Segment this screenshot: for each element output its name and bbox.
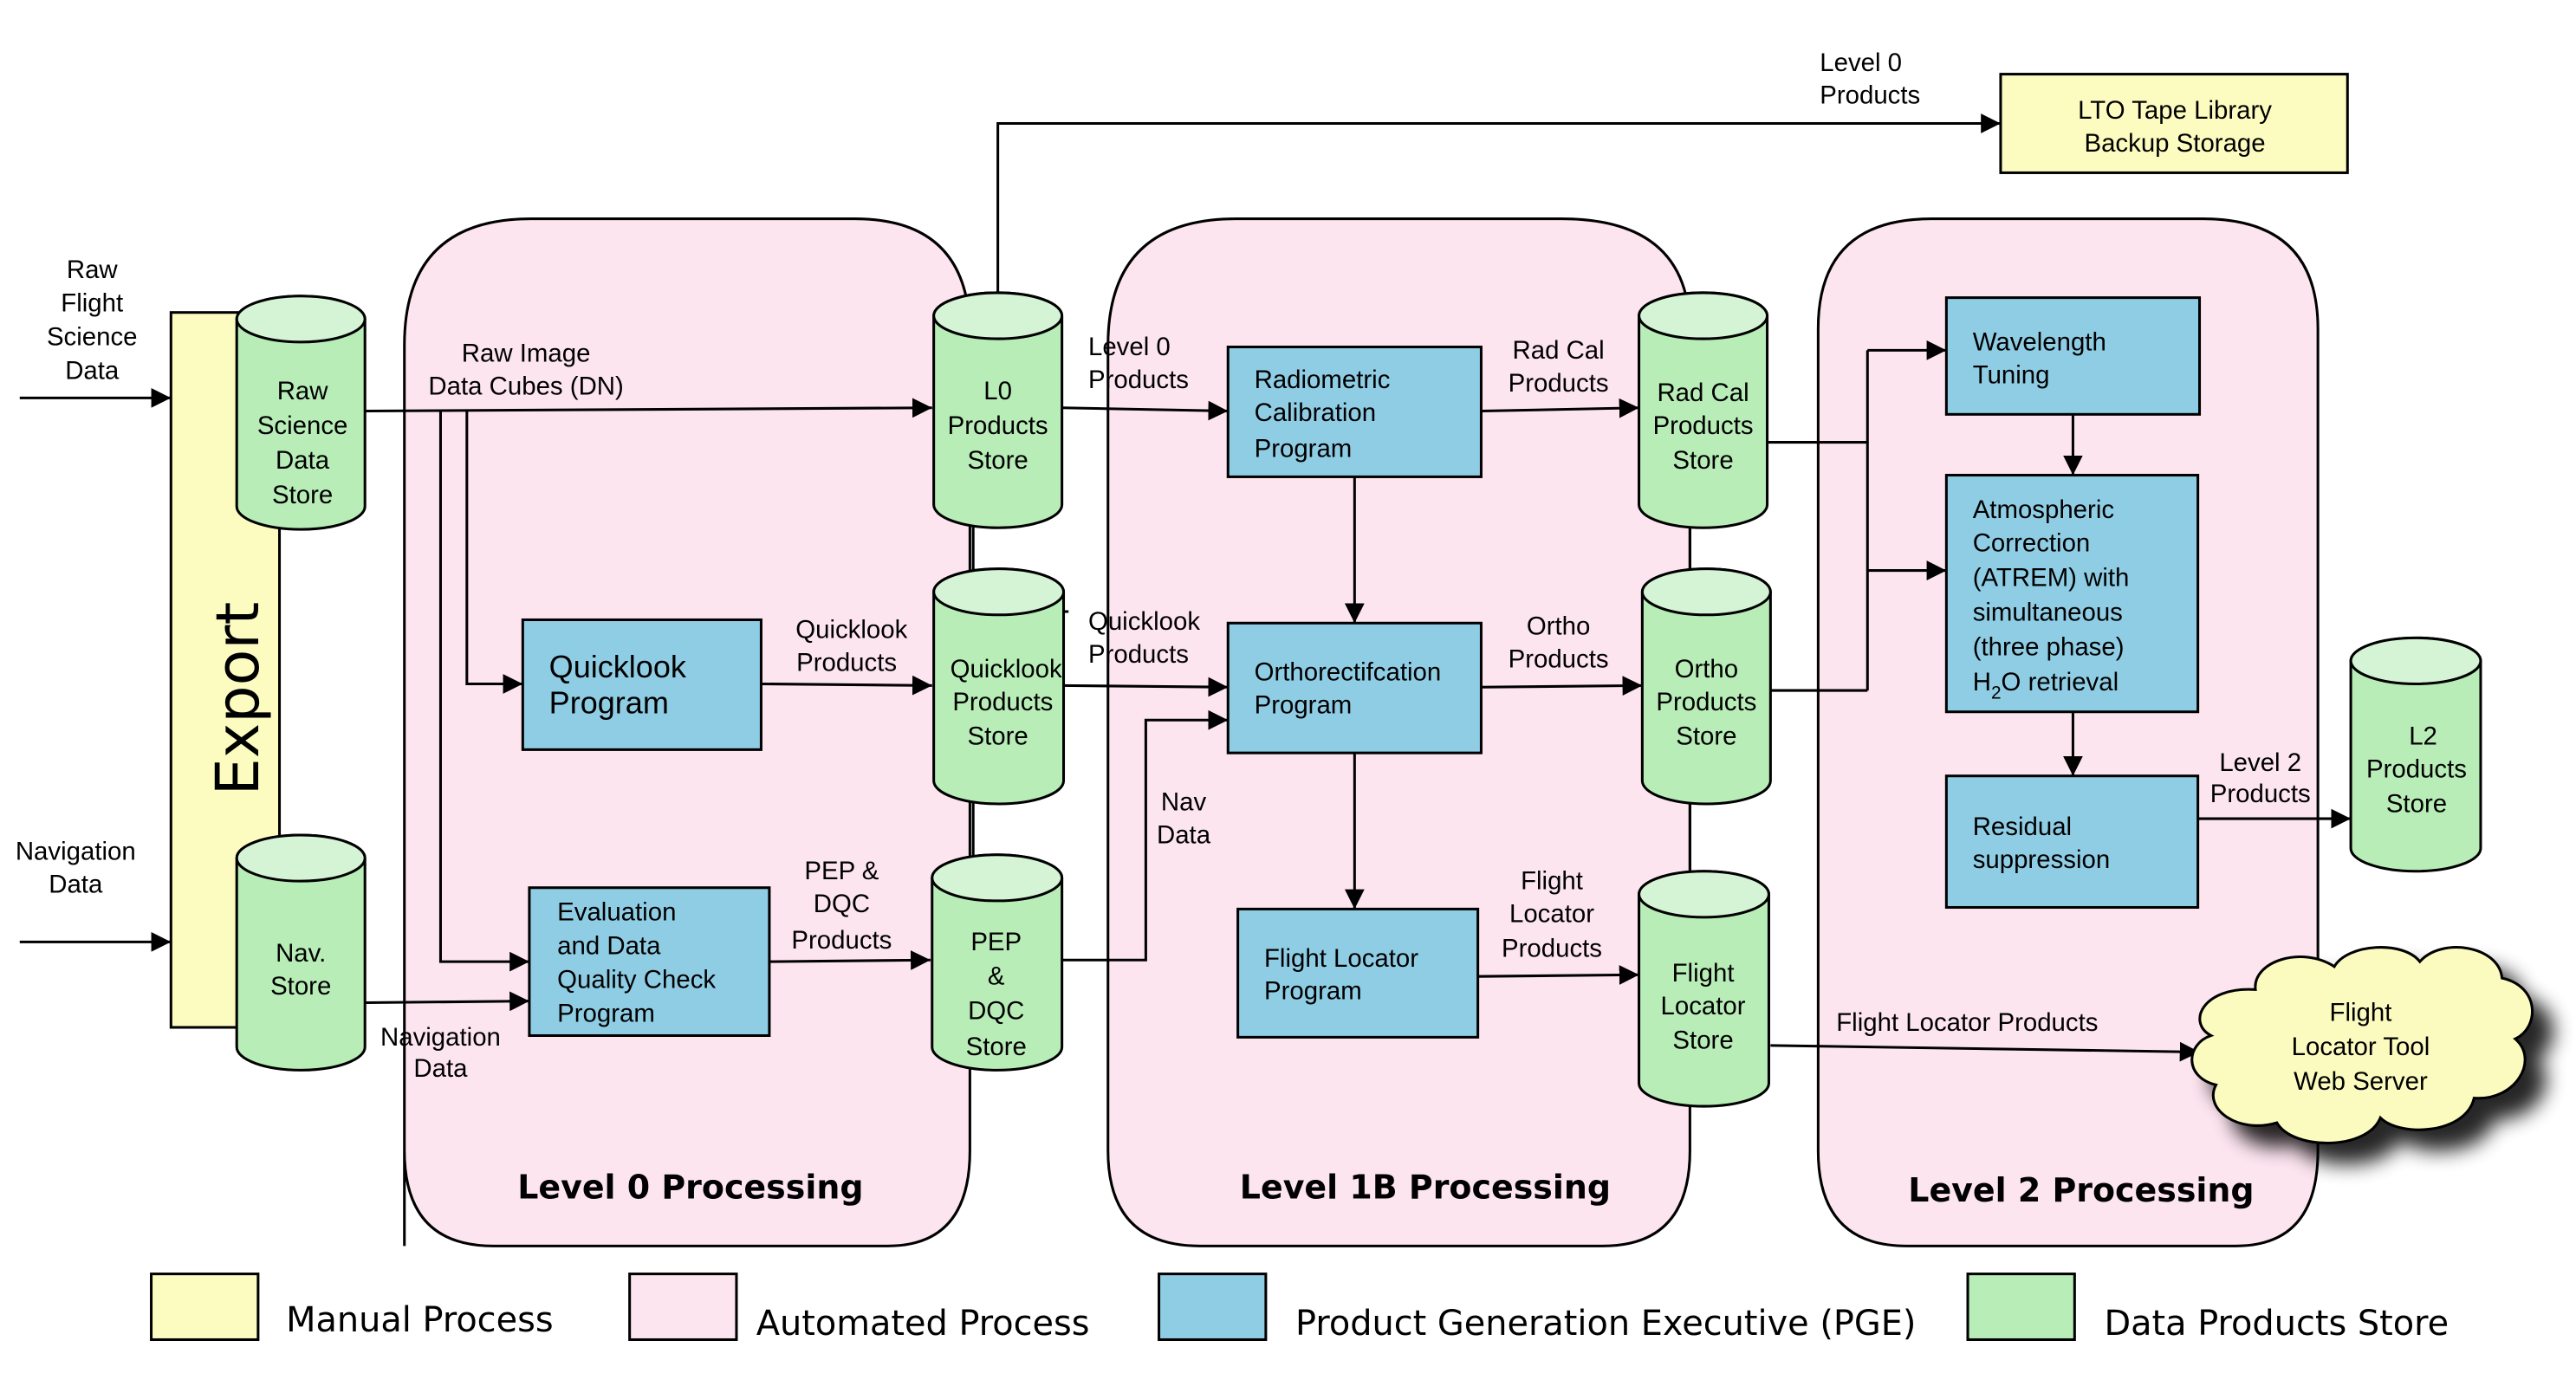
wavelength-tuning-program[interactable]: Wavelength Tuning: [1944, 296, 2202, 416]
legend-manual-process: Manual Process: [150, 1273, 554, 1341]
processing-flow-diagram: Level 0 Processing Level 1B Processing L…: [16, 49, 2534, 1344]
ortho-products-store[interactable]: [1640, 567, 1772, 806]
quicklook-to-store-arrow: [761, 675, 932, 696]
nav-to-evaluation-arrow: [365, 991, 529, 1012]
svg-text:Automated Process: Automated Process: [756, 1304, 1090, 1344]
flight-locator-program[interactable]: Flight Locator Program: [1236, 907, 1480, 1039]
store-top: [235, 295, 367, 344]
atmospheric-correction-program[interactable]: Atmospheric Correction (ATREM) with simulta…: [1944, 474, 2200, 714]
quicklook-products-store[interactable]: [932, 567, 1066, 806]
store-top: [931, 853, 1064, 903]
lto-tape-library-backup[interactable]: LTO Tape Library Backup Storage: [1999, 73, 2349, 174]
store-top: [1640, 567, 1772, 617]
legend: Manual Process Automated Process Product…: [150, 1273, 2449, 1344]
svg-text:Data Products Store: Data Products Store: [2104, 1304, 2449, 1344]
store-top: [235, 833, 367, 883]
legend-automated-process: Automated Process: [628, 1273, 1090, 1344]
store-top: [932, 567, 1066, 617]
svg-text:RawFlightScienceData: Raw Flight Science Data: [47, 256, 138, 385]
evaluation-to-pep-arrow: [769, 950, 931, 970]
residual-suppression-program[interactable]: Residual suppression: [1944, 774, 2200, 910]
flight-locator-store-label: Flight Locator Store: [1661, 959, 1746, 1055]
store-top: [1638, 870, 1770, 919]
export-label: Export: [204, 602, 273, 796]
quicklook-to-ortho-arrow: [1061, 677, 1229, 697]
radcal-products-store[interactable]: [1638, 291, 1769, 529]
evaluation-dqc-program[interactable]: Evaluation and Data Quality Check Program: [528, 886, 771, 1038]
orthorectification-program[interactable]: Orthorectifcation Program: [1226, 621, 1483, 755]
raw-flight-science-data-label: Raw Flight Science Data: [47, 256, 138, 385]
level1b-processing-title: Level 1B Processing: [1240, 1168, 1611, 1206]
radiometric-calibration-program[interactable]: Radiometric Calibration Program: [1226, 346, 1483, 478]
store-top: [932, 291, 1064, 340]
ortho-to-orthostore-arrow: [1481, 676, 1643, 696]
flightlocator-to-store-arrow: [1477, 965, 1639, 985]
svg-text:Product Generation Executive (: Product Generation Executive (PGE): [1295, 1304, 1916, 1344]
flight-locator-products-long-label: Flight Locator Products: [1836, 1008, 2098, 1037]
level0-products-backup-label: Level 0 Products: [1820, 49, 1920, 110]
svg-text:AtmosphericCorrection(ATREM) w: Atmospheric Correction (ATREM) with simulta…: [1973, 495, 2130, 661]
svg-text:QuicklookProgram: Quicklook Program: [549, 649, 687, 721]
svg-text:NavigationData: Navigation Data: [16, 837, 136, 898]
store-top: [2349, 636, 2482, 685]
flight-locator-store[interactable]: [1638, 870, 1770, 1108]
level0-processing-title: Level 0 Processing: [517, 1168, 863, 1206]
legend-pge: Product Generation Executive (PGE): [1158, 1273, 1916, 1344]
legend-data-products-store: Data Products Store: [1966, 1273, 2449, 1344]
navigation-data-input-label: Navigation Data: [16, 837, 136, 898]
level2-processing-title: Level 2 Processing: [1908, 1171, 2254, 1209]
store-top: [1638, 291, 1769, 340]
svg-text:Manual Process: Manual Process: [286, 1300, 553, 1340]
l0-products-store[interactable]: [932, 291, 1064, 529]
quicklook-program[interactable]: Quicklook Program: [521, 618, 762, 751]
